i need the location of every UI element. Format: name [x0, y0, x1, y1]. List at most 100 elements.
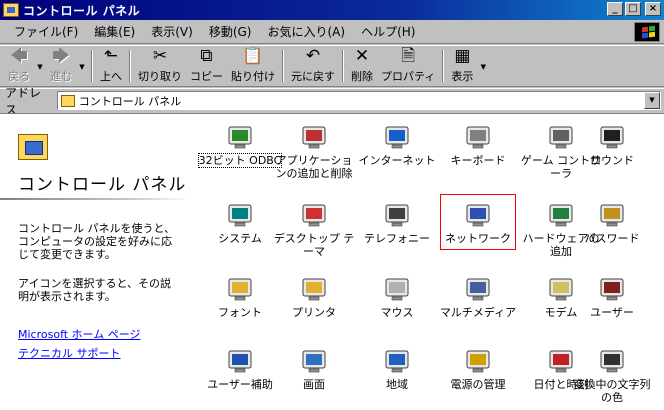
panel-title: コントロール パネル: [18, 175, 187, 195]
panel-divider: [0, 198, 190, 200]
maximize-button[interactable]: □: [625, 2, 641, 16]
control-panel-item[interactable]: サウンド: [570, 120, 654, 190]
link-technical-support[interactable]: テクニカル サポート: [18, 345, 121, 361]
close-button[interactable]: ×: [645, 2, 661, 16]
copy-icon: ⧉: [200, 46, 213, 66]
menu-bar: ファイル(F) 編集(E) 表示(V) 移動(G) お気に入り(A) ヘルプ(H…: [0, 20, 664, 44]
back-arrow-icon: 🡄: [10, 46, 28, 66]
paste-icon: 📋: [242, 46, 264, 66]
multimedia-icon: [466, 278, 490, 301]
add-remove-programs-icon: [302, 126, 326, 149]
views-button[interactable]: ▦ 表示: [447, 46, 477, 86]
control-panel-item[interactable]: ユーザー補助: [198, 344, 282, 410]
control-panel-item-label: システム: [218, 232, 262, 245]
control-panel-item-label: 電源の管理: [450, 378, 506, 391]
control-panel-item[interactable]: ネットワーク: [436, 194, 520, 268]
control-panel-item[interactable]: 地域: [355, 344, 439, 410]
control-panel-item-label: パスワード: [584, 232, 640, 245]
link-microsoft-home[interactable]: Microsoft ホーム ページ: [18, 326, 141, 342]
control-panel-item-label: ユーザー: [590, 306, 634, 319]
control-panel-item[interactable]: 電源の管理: [436, 344, 520, 410]
forward-button[interactable]: 🡆 進む: [46, 46, 76, 86]
control-panel-item-label: アプリケーションの追加と削除: [275, 154, 353, 180]
address-bar: アドレス コントロール パネル ▼: [0, 86, 664, 117]
cut-label: 切り取り: [138, 70, 182, 83]
control-panel-item-label: 32ビット ODBC: [197, 153, 283, 168]
control-panel-item[interactable]: マウス: [355, 272, 439, 342]
odbc-database-icon: [228, 126, 252, 149]
address-dropdown-button[interactable]: ▼: [644, 92, 660, 109]
forward-label: 進む: [50, 70, 72, 83]
power-management-icon: [466, 350, 490, 373]
control-panel-item-label: プリンタ: [292, 306, 336, 319]
back-button[interactable]: 🡄 戻る: [4, 46, 34, 86]
control-panel-item-label: マウス: [380, 306, 414, 319]
control-panel-item[interactable]: 32ビット ODBC: [197, 120, 283, 190]
address-input[interactable]: コントロール パネル ▼: [56, 91, 661, 110]
control-panel-item-label: 地域: [386, 378, 408, 391]
forward-dropdown-arrow[interactable]: ▼: [76, 46, 88, 86]
properties-button[interactable]: 🗎 プロパティ: [377, 46, 439, 86]
minimize-button[interactable]: _: [607, 2, 623, 16]
control-panel-item[interactable]: プリンタ: [272, 272, 356, 342]
control-panel-item[interactable]: デスクトップ テーマ: [272, 198, 356, 268]
menu-edit[interactable]: 編集(E): [86, 23, 143, 40]
control-panel-item-label: サウンド: [590, 154, 634, 167]
menu-favorites[interactable]: お気に入り(A): [259, 23, 353, 40]
properties-label: プロパティ: [381, 70, 436, 83]
cut-button[interactable]: ✂ 切り取り: [134, 46, 186, 86]
control-panel-item[interactable]: パスワード: [570, 198, 654, 268]
control-panel-item[interactable]: テレフォニー: [355, 198, 439, 268]
globe-icon: [385, 350, 409, 373]
menu-help[interactable]: ヘルプ(H): [353, 23, 423, 40]
title-bar[interactable]: コントロール パネル _ □ ×: [0, 0, 664, 20]
control-panel-item[interactable]: マルチメディア: [436, 272, 520, 342]
menu-go[interactable]: 移動(G): [201, 23, 260, 40]
copy-label: コピー: [190, 70, 223, 83]
scissors-icon: ✂: [152, 46, 168, 66]
display-icon: [302, 350, 326, 373]
printers-folder-icon: [302, 278, 326, 301]
control-panel-item-label: インターネット: [358, 154, 436, 167]
control-panel-item[interactable]: キーボード: [436, 120, 520, 190]
control-panel-item-label: キーボード: [450, 154, 506, 167]
delete-button[interactable]: ✕ 削除: [347, 46, 377, 86]
control-panel-item[interactable]: システム: [198, 198, 282, 268]
undo-button[interactable]: ↶ 元に戻す: [287, 46, 339, 86]
accessibility-icon: [228, 350, 252, 373]
control-panel-item[interactable]: フォント: [198, 272, 282, 342]
info-panel: コントロール パネル コントロール パネルを使うと、コンピュータの設定を好みに応…: [0, 114, 198, 410]
control-panel-item-label: テレフォニー: [364, 232, 430, 245]
control-panel-item[interactable]: 変換中の文字列の色: [570, 344, 654, 410]
back-dropdown-arrow[interactable]: ▼: [34, 46, 46, 86]
paste-button[interactable]: 📋 貼り付け: [227, 46, 279, 86]
control-panel-item[interactable]: アプリケーションの追加と削除: [272, 120, 356, 190]
toolbar-separator: [442, 50, 445, 82]
ime-color-icon: [600, 350, 624, 373]
copy-button[interactable]: ⧉ コピー: [186, 46, 227, 86]
toolbar-separator: [129, 50, 131, 82]
mouse-icon: [385, 278, 409, 301]
password-keys-icon: [600, 204, 624, 227]
undo-icon: ↶: [305, 46, 321, 66]
menu-file[interactable]: ファイル(F): [6, 23, 86, 40]
control-panel-small-icon: [60, 94, 75, 107]
desktop-themes-icon: [302, 204, 326, 227]
undo-label: 元に戻す: [291, 70, 335, 83]
computer-monitor-icon: [228, 204, 252, 227]
control-panel-item[interactable]: ユーザー: [570, 272, 654, 342]
views-grid-icon: ▦: [454, 46, 471, 66]
address-value: コントロール パネル: [78, 94, 182, 108]
forward-arrow-icon: 🡆: [52, 46, 70, 66]
toolbar: 🡄 戻る ▼ 🡆 進む ▼ ⬑ 上へ ✂ 切り取り ⧉ コピー 📋 貼り付け ↶ 元に戻す ✕ 削除 🗎 プロパティ ▦…: [0, 45, 664, 87]
menu-view[interactable]: 表示(V): [143, 23, 201, 40]
views-dropdown-arrow[interactable]: ▼: [477, 46, 489, 86]
internet-explorer-icon: [385, 126, 409, 149]
control-panel-large-icon: [18, 134, 48, 160]
telephony-icon: [385, 204, 409, 227]
control-panel-item[interactable]: 画面: [272, 344, 356, 410]
control-panel-item-label: 変換中の文字列の色: [573, 378, 651, 404]
control-panel-item[interactable]: インターネット: [355, 120, 439, 190]
up-button[interactable]: ⬑ 上へ: [96, 46, 126, 86]
views-label: 表示: [451, 70, 474, 83]
